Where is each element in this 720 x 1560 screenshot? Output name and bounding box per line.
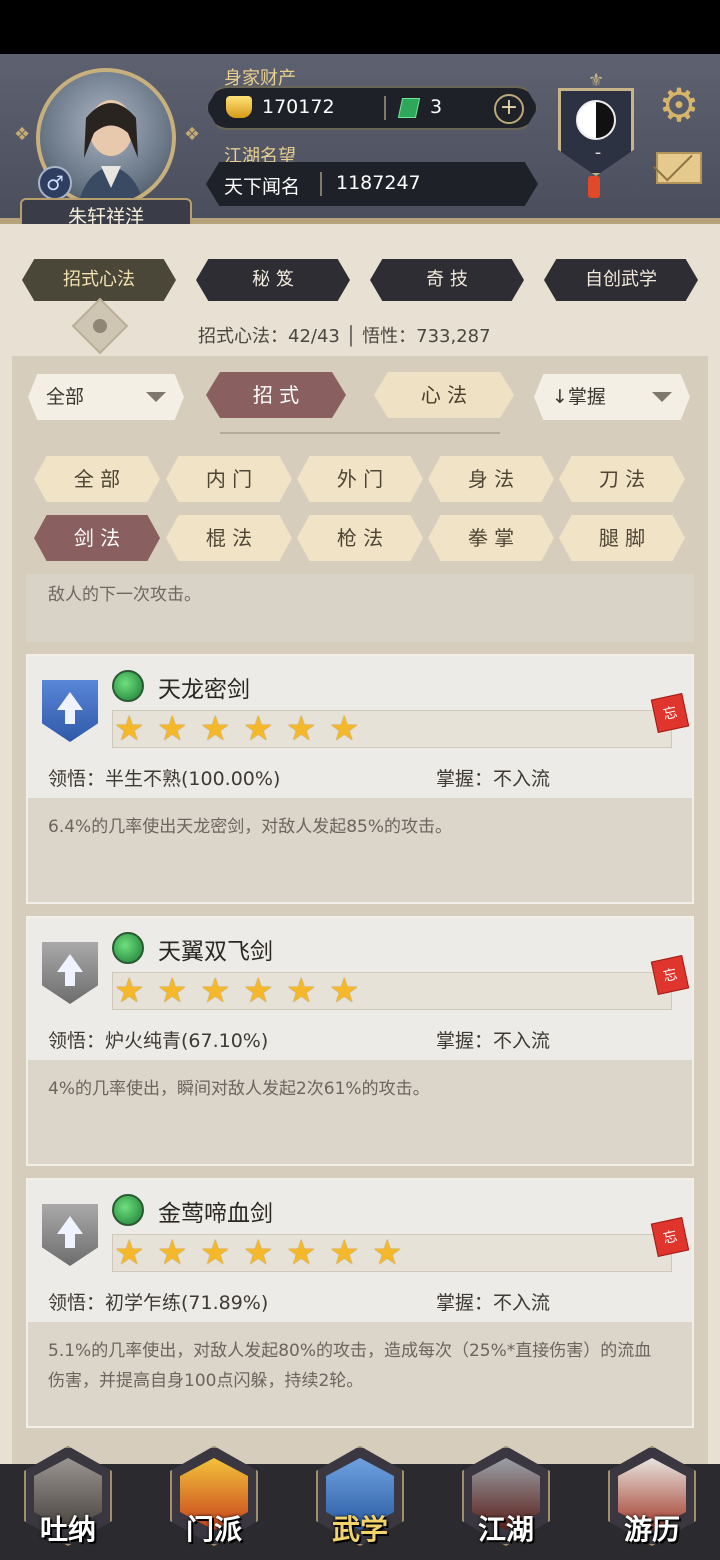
category-fist[interactable]: 拳 掌 xyxy=(428,515,554,561)
avatar-portrait-icon xyxy=(78,100,144,204)
chevron-down-icon xyxy=(146,392,166,402)
nav-label: 门派 xyxy=(185,1513,242,1546)
star-icon: ★ xyxy=(157,1233,188,1273)
category-blade[interactable]: 刀 法 xyxy=(559,456,685,502)
chevron-down-icon xyxy=(652,392,672,402)
skill-description: 6.4%的几率使出天龙密剑，对敌人发起85%的攻击。 xyxy=(48,817,452,837)
category-outer[interactable]: 外 门 xyxy=(297,456,423,502)
skill-stats: 招式心法：42/43 │ 悟性：733,287 xyxy=(198,326,491,347)
nav-jianghu[interactable]: 江湖 xyxy=(458,1446,554,1554)
star-icon: ★ xyxy=(286,971,317,1011)
star-icon: ★ xyxy=(329,709,360,749)
category-staff[interactable]: 棍 法 xyxy=(166,515,292,561)
gold-amount: 170172 xyxy=(262,96,335,118)
category-movement[interactable]: 身 法 xyxy=(428,456,554,502)
comprehension-label: 领悟：半生不熟(100.00%) xyxy=(48,768,281,790)
leaf-icon xyxy=(112,932,144,964)
settings-gear-icon[interactable]: ⚙ xyxy=(654,80,704,130)
category-spear[interactable]: 枪 法 xyxy=(297,515,423,561)
mastery-label: 掌握：不入流 xyxy=(436,768,551,790)
comprehension-label: 领悟：炉火纯青(67.10%) xyxy=(48,1030,269,1052)
star-icon: ★ xyxy=(114,971,145,1011)
forget-button[interactable]: 忘 xyxy=(650,693,690,733)
star-icon: ★ xyxy=(329,1233,360,1273)
leaf-icon xyxy=(112,1194,144,1226)
leaf-icon xyxy=(112,670,144,702)
skill-description: 5.1%的几率使出，对敌人发起80%的攻击，造成每次（25%*直接伤害）的流血伤… xyxy=(48,1341,652,1391)
list-item[interactable]: 敌人的下一次攻击。 xyxy=(26,574,694,642)
mastery-label: 掌握：不入流 xyxy=(436,1030,551,1052)
recharge-button[interactable]: + xyxy=(494,94,524,124)
mail-icon[interactable] xyxy=(656,152,702,184)
tab-moves-methods[interactable]: 招式心法 xyxy=(22,259,176,301)
list-item[interactable]: 天龙密剑 ★ ★ ★ ★ ★ ★ 忘 领悟：半生不熟(100.00%) 掌握：不… xyxy=(26,654,694,904)
skill-name: 天翼双飞剑 xyxy=(158,939,273,965)
star-icon: ★ xyxy=(157,709,188,749)
ornamental-divider xyxy=(220,432,500,434)
list-item[interactable]: 金莺啼血剑 ★ ★ ★ ★ ★ ★ ★ 忘 领悟：初学乍练(71.89%) 掌握… xyxy=(26,1178,694,1428)
star-icon: ★ xyxy=(243,971,274,1011)
gold-ingot-icon xyxy=(226,96,252,118)
jade-amount: 3 xyxy=(430,96,443,118)
sort-dropdown-value: ↓掌握 xyxy=(552,386,606,408)
category-sword[interactable]: 剑 法 xyxy=(34,515,160,561)
category-leg[interactable]: 腿 脚 xyxy=(559,515,685,561)
mastery-label: 掌握：不入流 xyxy=(436,1292,551,1314)
reputation-separator xyxy=(320,172,322,196)
nav-label: 武学 xyxy=(331,1513,388,1546)
emblem-finial-icon: ⚜ xyxy=(588,70,605,91)
tab-manuals[interactable]: 秘 笈 xyxy=(196,259,350,301)
star-rating xyxy=(112,972,672,1010)
reputation-value: 1187247 xyxy=(336,172,421,194)
forget-button[interactable]: 忘 xyxy=(650,955,690,995)
nav-label: 游历 xyxy=(623,1513,680,1546)
gender-male-icon: ♂ xyxy=(38,166,72,200)
tab-self-created[interactable]: 自创武学 xyxy=(544,259,698,301)
star-icon: ★ xyxy=(200,709,231,749)
star-icon: ★ xyxy=(157,971,188,1011)
star-icon: ★ xyxy=(200,971,231,1011)
category-inner[interactable]: 内 门 xyxy=(166,456,292,502)
nav-breathing[interactable]: 吐纳 xyxy=(20,1446,116,1554)
comprehension-label: 领悟：初学乍练(71.89%) xyxy=(48,1292,269,1314)
nav-travel[interactable]: 游历 xyxy=(604,1446,700,1554)
ornament-left-icon: ❖ xyxy=(14,124,31,145)
nav-label: 吐纳 xyxy=(39,1513,96,1546)
tassel-icon xyxy=(588,176,600,198)
type-methods-button[interactable]: 心 法 xyxy=(374,372,514,418)
sect-rank: - xyxy=(594,142,602,163)
scope-dropdown[interactable]: 全部 xyxy=(28,374,184,420)
status-bar xyxy=(0,0,720,54)
star-icon: ★ xyxy=(286,1233,317,1273)
forget-button[interactable]: 忘 xyxy=(650,1217,690,1257)
star-rating xyxy=(112,710,672,748)
skill-name: 金莺啼血剑 xyxy=(158,1201,273,1227)
star-icon: ★ xyxy=(200,1233,231,1273)
nav-sect[interactable]: 门派 xyxy=(166,1446,262,1554)
star-icon: ★ xyxy=(243,1233,274,1273)
skill-description: 4%的几率使出，瞬间对敌人发起2次61%的攻击。 xyxy=(48,1079,430,1099)
star-icon: ★ xyxy=(372,1233,403,1273)
star-icon: ★ xyxy=(286,709,317,749)
type-moves-button[interactable]: 招 式 xyxy=(206,372,346,418)
nav-martial-arts[interactable]: 武学 xyxy=(312,1446,408,1554)
star-icon: ★ xyxy=(114,709,145,749)
star-icon: ★ xyxy=(114,1233,145,1273)
skill-list[interactable]: 敌人的下一次攻击。 天龙密剑 ★ ★ ★ ★ ★ ★ 忘 领悟：半生不熟(100… xyxy=(26,574,694,1464)
category-all[interactable]: 全 部 xyxy=(34,456,160,502)
wealth-bar xyxy=(206,86,538,130)
skill-name: 天龙密剑 xyxy=(158,677,250,703)
star-icon: ★ xyxy=(243,709,274,749)
ornament-right-icon: ❖ xyxy=(184,124,201,145)
star-icon: ★ xyxy=(329,971,360,1011)
scope-dropdown-value: 全部 xyxy=(46,386,85,408)
reputation-title: 天下闻名 xyxy=(224,176,301,198)
skill-description: 敌人的下一次攻击。 xyxy=(48,585,201,605)
wealth-separator xyxy=(384,96,386,120)
tab-special-skills[interactable]: 奇 技 xyxy=(370,259,524,301)
yin-yang-icon xyxy=(576,100,616,140)
sort-dropdown[interactable]: ↓掌握 xyxy=(534,374,690,420)
nav-label: 江湖 xyxy=(477,1513,534,1546)
list-item[interactable]: 天翼双飞剑 ★ ★ ★ ★ ★ ★ 忘 领悟：炉火纯青(67.10%) 掌握：不… xyxy=(26,916,694,1166)
